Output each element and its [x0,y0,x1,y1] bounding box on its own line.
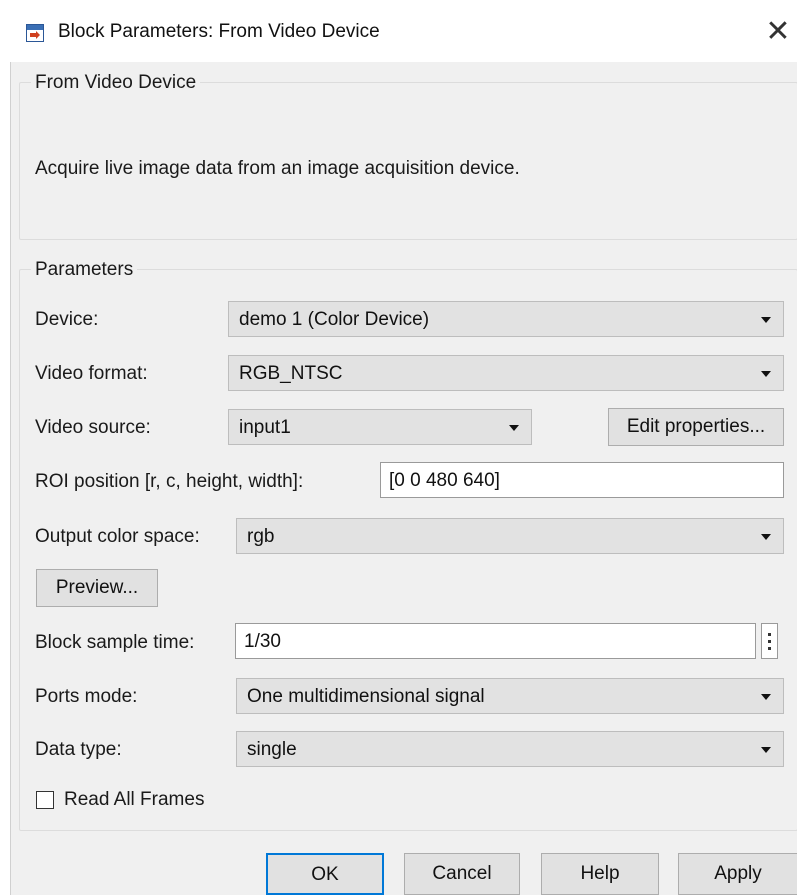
output-color-space-value: rgb [247,526,275,547]
chevron-down-icon [761,694,771,700]
chevron-down-icon [761,371,771,377]
preview-button[interactable]: Preview... [36,569,158,607]
data-type-dropdown[interactable]: single [236,731,784,767]
title-bar: Block Parameters: From Video Device ✕ [0,0,797,62]
block-description: Acquire live image data from an image ac… [35,158,520,179]
read-all-frames-label: Read All Frames [64,789,205,810]
roi-position-label: ROI position [r, c, height, width]: [35,471,304,492]
video-source-label: Video source: [35,417,151,438]
simulink-block-icon [26,24,44,42]
description-group-title: From Video Device [31,72,201,94]
parameters-group-title: Parameters [31,259,138,281]
ports-mode-value: One multidimensional signal [247,686,485,707]
apply-button[interactable]: Apply [678,853,797,895]
window-title: Block Parameters: From Video Device [58,21,380,42]
more-options-icon[interactable] [761,623,778,659]
roi-position-input[interactable]: [0 0 480 640] [380,462,784,498]
device-value: demo 1 (Color Device) [239,309,430,330]
read-all-frames-checkbox[interactable] [36,791,54,809]
video-format-value: RGB_NTSC [239,363,343,384]
chevron-down-icon [509,425,519,431]
dialog-body: From Video Device Acquire live image dat… [10,62,797,895]
video-source-dropdown[interactable]: input1 [228,409,532,445]
device-label: Device: [35,309,99,330]
block-sample-time-label: Block sample time: [35,632,195,653]
data-type-label: Data type: [35,739,122,760]
close-icon[interactable]: ✕ [760,14,796,50]
block-sample-time-value: 1/30 [244,631,281,652]
device-dropdown[interactable]: demo 1 (Color Device) [228,301,784,337]
data-type-value: single [247,739,297,760]
video-source-value: input1 [239,417,291,438]
chevron-down-icon [761,534,771,540]
ports-mode-label: Ports mode: [35,686,138,707]
ok-button[interactable]: OK [266,853,384,895]
chevron-down-icon [761,317,771,323]
edit-properties-button[interactable]: Edit properties... [608,408,784,446]
cancel-button[interactable]: Cancel [404,853,520,895]
video-format-label: Video format: [35,363,148,384]
ports-mode-dropdown[interactable]: One multidimensional signal [236,678,784,714]
roi-position-value: [0 0 480 640] [389,470,500,491]
output-color-space-label: Output color space: [35,526,200,547]
help-button[interactable]: Help [541,853,659,895]
block-sample-time-input[interactable]: 1/30 [235,623,756,659]
output-color-space-dropdown[interactable]: rgb [236,518,784,554]
video-format-dropdown[interactable]: RGB_NTSC [228,355,784,391]
chevron-down-icon [761,747,771,753]
